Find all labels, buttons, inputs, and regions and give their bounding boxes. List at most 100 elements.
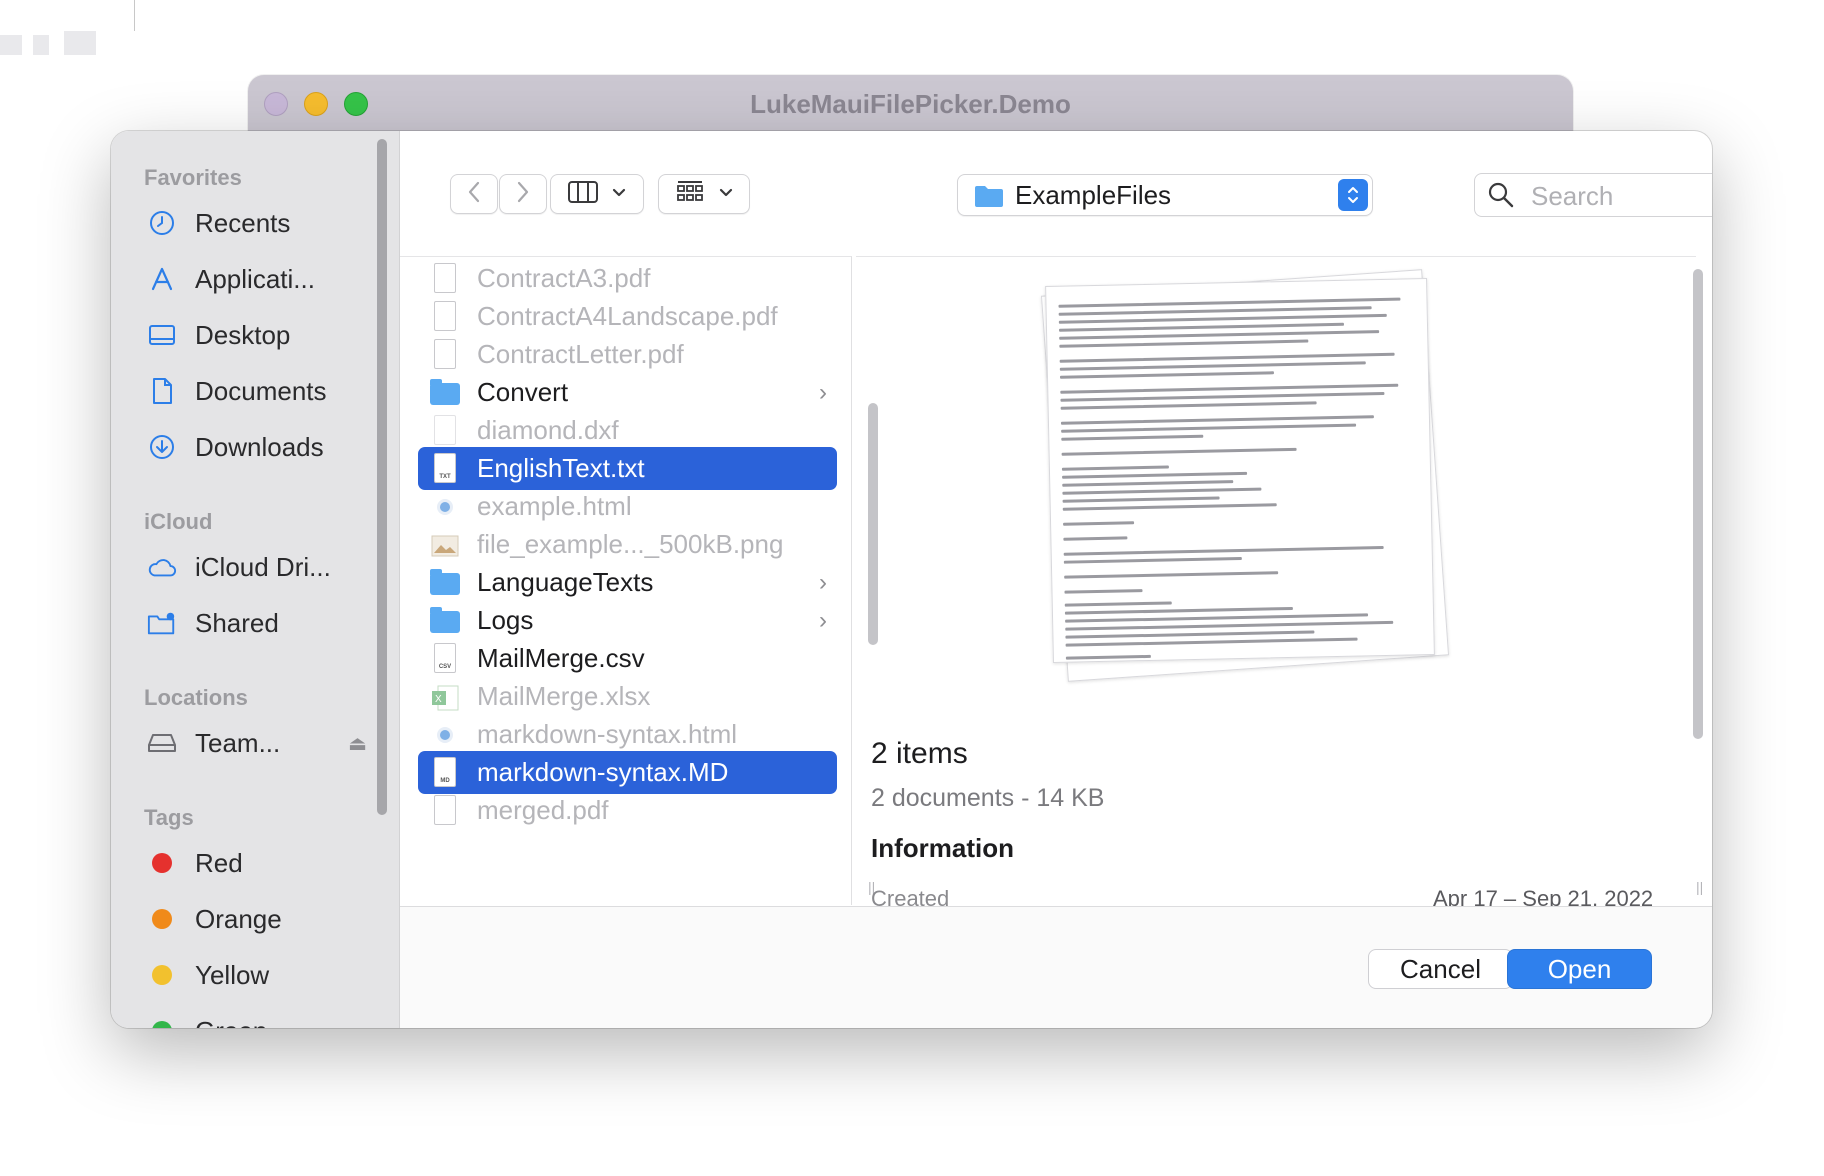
folder-icon [430,375,460,411]
chevron-right-icon [516,181,530,208]
chevron-down-icon [719,185,733,203]
cancel-button[interactable]: Cancel [1368,949,1513,989]
tag-color-dot [152,1021,172,1028]
chevron-right-icon: › [819,606,827,634]
file-row[interactable]: X MailMerge.xlsx [418,675,837,718]
file-name: EnglishText.txt [477,453,645,483]
background-artifact [134,0,135,31]
sidebar-tag-red[interactable]: Red [147,843,367,883]
background-artifact [33,35,49,55]
folder-row[interactable]: LanguageTexts › [418,561,837,604]
folder-icon [974,184,1004,213]
grid-group-icon [675,180,705,209]
file-row[interactable]: ContractA4Landscape.pdf [418,295,837,338]
sidebar-tag-yellow[interactable]: Yellow [147,955,367,995]
pdf-file-icon [430,793,460,829]
open-button[interactable]: Open [1507,949,1652,989]
sidebar-item-label: Orange [195,903,282,934]
sidebar-section-tags: Tags [144,805,194,830]
back-button[interactable] [450,174,498,214]
tag-color-dot [152,853,172,873]
search-input[interactable] [1529,180,1712,212]
sidebar-item-downloads[interactable]: Downloads [147,427,367,467]
file-name: ContractLetter.pdf [477,339,684,369]
preview-info-heading: Information [871,833,1014,863]
sidebar-item-label: Recents [195,207,291,238]
sidebar-item-label: Desktop [195,319,291,350]
preview-document-front [1045,278,1435,663]
file-row-selected[interactable]: MD markdown-syntax.MD [418,751,837,794]
sidebar-item-icloud-drive[interactable]: iCloud Dri... [147,547,367,587]
file-row[interactable]: example.html [418,485,837,528]
file-row[interactable]: diamond.dxf [418,409,837,452]
search-icon [1488,182,1514,213]
html-file-icon [430,489,460,525]
sidebar-item-shared[interactable]: Shared [147,603,367,643]
document-icon [147,376,177,406]
folder-icon [430,603,460,639]
group-by-button[interactable] [658,174,750,214]
app-window-title: LukeMauiFilePicker.Demo [750,89,1071,119]
folder-row[interactable]: Logs › [418,599,837,642]
file-list: ContractA3.pdf ContractA4Landscape.pdf C… [400,256,852,905]
html-file-icon [430,717,460,753]
markdown-file-icon: MD [430,755,460,791]
chevron-right-icon: › [819,568,827,596]
forward-button[interactable] [499,174,547,214]
applications-icon [147,264,177,294]
sidebar-item-desktop[interactable]: Desktop [147,315,367,355]
download-icon [147,432,177,462]
file-name: Convert [477,377,569,407]
preview-scrollbar[interactable] [1693,269,1703,739]
sidebar-section-locations: Locations [144,685,248,710]
file-name: markdown-syntax.html [477,719,738,749]
file-row-selected[interactable]: TXT EnglishText.txt [418,447,837,490]
sidebar-scrollbar[interactable] [377,139,387,815]
pdf-file-icon [430,337,460,373]
shared-folder-icon [147,608,177,638]
drive-icon [147,728,177,758]
tag-color-dot [152,965,172,985]
sidebar-tag-green[interactable]: Green [147,1011,367,1028]
chevron-down-icon [612,185,626,203]
folder-row[interactable]: Convert › [418,371,837,414]
chevron-left-icon [467,181,481,208]
view-mode-button[interactable] [550,174,644,214]
background-artifact [0,35,22,55]
sidebar-item-label: Applicati... [195,263,315,294]
location-popup[interactable]: ExampleFiles [957,174,1373,216]
blank-file-icon [430,413,460,449]
search-field[interactable] [1474,173,1712,217]
columns-view-icon [568,180,598,208]
folder-icon [430,565,460,601]
svg-text:X: X [435,694,442,705]
sidebar-item-label: iCloud Dri... [195,551,331,582]
file-row[interactable]: file_example..._500kB.png [418,523,837,566]
file-row[interactable]: ContractA3.pdf [418,257,837,300]
sidebar-tag-orange[interactable]: Orange [147,899,367,939]
file-name: LanguageTexts [477,567,654,597]
sidebar-item-applications[interactable]: Applicati... [147,259,367,299]
sidebar-item-team-drive[interactable]: Team... ⏏ [147,723,367,763]
preview-subtitle: 2 documents - 14 KB [871,784,1105,812]
column-resize-handle[interactable]: || [1696,879,1703,895]
file-row[interactable]: ContractLetter.pdf [418,333,837,376]
file-name: diamond.dxf [477,415,619,445]
file-row[interactable]: markdown-syntax.html [418,713,837,756]
toolbar: ExampleFiles [400,131,1712,256]
eject-icon[interactable]: ⏏ [348,731,367,756]
pdf-file-icon [430,299,460,335]
tag-color-dot [152,909,172,929]
csv-file-icon: CSV [430,641,460,677]
sidebar-item-documents[interactable]: Documents [147,371,367,411]
file-row[interactable]: merged.pdf [418,789,837,832]
file-row[interactable]: CSV MailMerge.csv [418,637,837,680]
file-name: file_example..._500kB.png [477,529,784,559]
file-name: MailMerge.csv [477,643,645,673]
file-name: markdown-syntax.MD [477,757,729,787]
file-name: example.html [477,491,632,521]
sidebar-item-recents[interactable]: Recents [147,203,367,243]
sidebar-item-label: Yellow [195,959,270,990]
location-label: ExampleFiles [1015,180,1172,210]
sidebar-item-label: Team... [195,727,281,758]
